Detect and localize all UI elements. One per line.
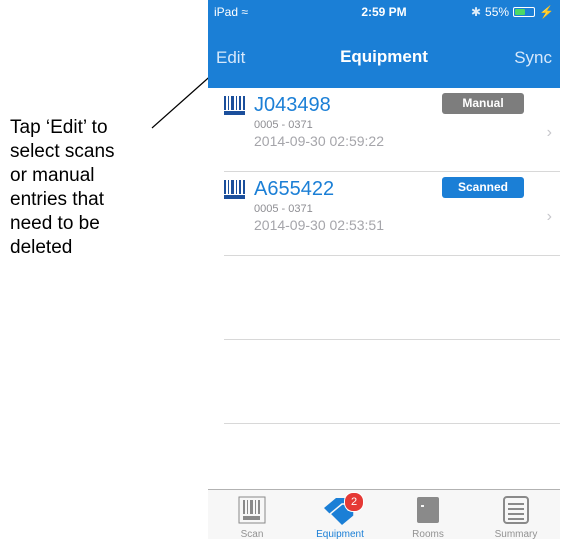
navigation-bar: Edit Equipment Sync <box>208 24 560 88</box>
equipment-timestamp: 2014-09-30 02:53:51 <box>254 217 384 233</box>
door-icon <box>417 497 439 523</box>
tab-rooms[interactable]: Rooms <box>384 490 472 539</box>
empty-row <box>224 340 560 424</box>
chevron-right-icon: › <box>546 124 552 141</box>
status-bar: iPad ≈ 2:59 PM ✱ 55% ⚡ <box>208 0 560 24</box>
status-badge: Manual <box>442 93 524 114</box>
equipment-list: J043498 0005 - 0371 2014-09-30 02:59:22 … <box>224 88 560 508</box>
equipment-timestamp: 2014-09-30 02:59:22 <box>254 133 384 149</box>
status-badge: Scanned <box>442 177 524 198</box>
tab-bar: Scan 2 Equipment Rooms Summary <box>208 489 560 539</box>
battery-percent: 55% <box>485 5 510 19</box>
ipad-screen: iPad ≈ 2:59 PM ✱ 55% ⚡ Edit Equipment Sy… <box>208 0 560 539</box>
equipment-code: J043498 <box>254 94 331 116</box>
sync-button[interactable]: Sync <box>514 48 552 68</box>
barcode-icon <box>224 180 245 199</box>
barcode-icon <box>238 496 266 524</box>
tab-scan[interactable]: Scan <box>208 490 296 539</box>
page-title: Equipment <box>340 47 428 66</box>
barcode-icon <box>224 96 245 115</box>
equipment-row[interactable]: A655422 0005 - 0371 2014-09-30 02:53:51 … <box>224 172 560 256</box>
equipment-location: 0005 - 0371 <box>254 119 313 131</box>
equipment-code: A655422 <box>254 178 335 200</box>
tab-label: Scan <box>240 529 264 539</box>
equipment-row[interactable]: J043498 0005 - 0371 2014-09-30 02:59:22 … <box>224 88 560 172</box>
tab-label: Rooms <box>412 529 444 539</box>
notification-badge: 2 <box>344 492 364 512</box>
tab-label: Equipment <box>316 529 364 539</box>
equipment-location: 0005 - 0371 <box>254 203 313 215</box>
tab-label: Summary <box>494 529 538 539</box>
chevron-right-icon: › <box>546 208 552 225</box>
status-right: ✱ 55% ⚡ <box>471 5 554 19</box>
empty-row <box>224 256 560 340</box>
tab-summary[interactable]: Summary <box>472 490 560 539</box>
battery-icon <box>513 7 536 17</box>
bluetooth-icon: ✱ <box>470 5 482 19</box>
tab-equipment[interactable]: 2 Equipment <box>296 490 384 539</box>
charging-icon: ⚡ <box>539 5 554 19</box>
list-icon <box>503 496 529 524</box>
